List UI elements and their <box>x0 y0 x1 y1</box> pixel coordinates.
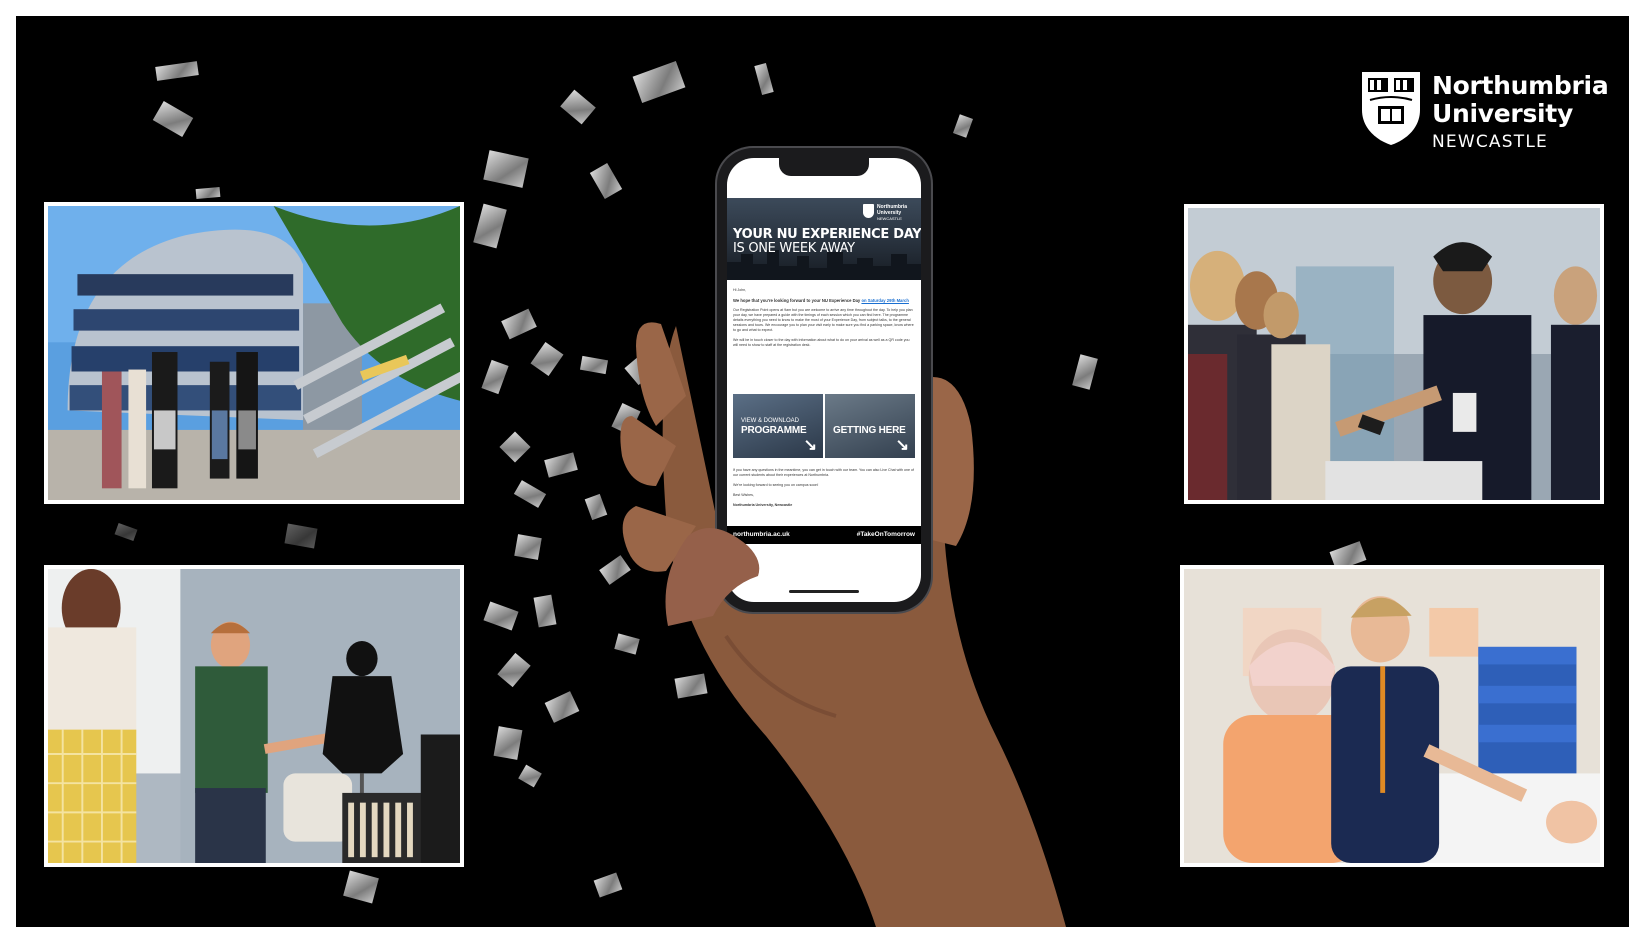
confetti-shard <box>544 452 578 478</box>
confetti-shard <box>560 89 596 125</box>
email-cta-buttons: VIEW & DOWNLOAD PROGRAMME ↘ GETTING HERE… <box>733 394 915 458</box>
email-header-logo: Northumbria University NEWCASTLE <box>863 204 915 222</box>
photo-campus-building <box>44 202 464 504</box>
email-paragraph-3: If you have any questions in the meantim… <box>733 468 914 477</box>
confetti-shard <box>195 186 221 200</box>
getting-here-button-label: GETTING HERE <box>833 425 906 436</box>
logo-line-3: NEWCASTLE <box>1432 132 1548 152</box>
confetti-shard <box>584 493 608 521</box>
logo-line-1: Northumbria <box>1432 71 1609 100</box>
confetti-shard <box>530 342 564 376</box>
getting-here-button[interactable]: GETTING HERE ↘ <box>825 394 915 458</box>
email-closing: If you have any questions in the meantim… <box>733 468 915 513</box>
programme-button[interactable]: VIEW & DOWNLOAD PROGRAMME ↘ <box>733 394 823 458</box>
email-logo-line-3: NEWCASTLE <box>877 216 902 221</box>
crest-icon <box>863 204 874 218</box>
confetti-shard <box>518 764 542 788</box>
email-lead: We hope that you're looking forward to y… <box>733 298 915 303</box>
email-hero-banner: Northumbria University NEWCASTLE YOUR NU… <box>727 198 921 280</box>
confetti-shard <box>493 726 523 760</box>
crest-icon <box>1362 72 1420 145</box>
email-paragraph-1: Our Registration Point opens at 9am but … <box>733 308 914 332</box>
confetti-shard <box>473 203 507 249</box>
confetti-shard <box>513 480 547 508</box>
confetti-shard <box>632 60 686 104</box>
photo-registration-desk <box>1184 204 1604 504</box>
northumbria-logo: Northumbria University NEWCASTLE <box>1360 70 1609 160</box>
confetti-shard <box>483 601 519 631</box>
home-indicator <box>789 590 859 593</box>
email-hero-title-line-1: YOUR NU EXPERIENCE DAY <box>733 227 921 242</box>
confetti-shard <box>114 522 138 542</box>
email-hero-title-line-2: IS ONE WEEK AWAY <box>733 241 855 256</box>
confetti-shard <box>152 100 194 138</box>
confetti-shard <box>953 114 973 138</box>
confetti-shard <box>284 523 318 549</box>
promo-canvas: Northumbria University NEWCASTLE Northum… <box>16 16 1629 927</box>
confetti-shard <box>499 431 531 463</box>
email-body: Hi John, We hope that you're looking for… <box>733 288 915 353</box>
arrow-down-right-icon: ↘ <box>803 437 817 454</box>
email-date-link[interactable]: on Saturday 29th March <box>861 298 908 303</box>
confetti-shard <box>343 870 379 904</box>
email-paragraph-2: We will be in touch closer to the day wi… <box>733 338 910 347</box>
email-paragraph-4: We're looking forward to seeing you on c… <box>733 483 819 487</box>
confetti-shard <box>579 355 609 375</box>
confetti-shard <box>589 163 623 199</box>
confetti-shard <box>497 652 531 688</box>
confetti-shard <box>481 359 509 395</box>
email-lead-text: We hope that you're looking forward to y… <box>733 298 861 303</box>
confetti-shard <box>514 534 542 560</box>
email-footer-hashtag: #TakeOnTomorrow <box>856 531 915 538</box>
programme-button-sub: VIEW & DOWNLOAD <box>741 418 800 424</box>
confetti-shard <box>483 150 529 188</box>
phone-notch <box>779 158 869 176</box>
confetti-shard <box>544 691 580 723</box>
confetti-shard <box>533 594 557 628</box>
confetti-shard <box>501 308 537 340</box>
photo-design-workshop <box>44 565 464 867</box>
email-signature: Northumbria University, Newcastle <box>733 503 793 507</box>
logo-line-2: University <box>1432 99 1573 128</box>
confetti-shard <box>155 61 199 81</box>
email-signoff: Best Wishes, <box>733 493 754 497</box>
email-greeting: Hi John, <box>733 288 747 292</box>
programme-button-label: PROGRAMME <box>741 425 807 436</box>
confetti-shard <box>754 62 774 96</box>
arrow-down-right-icon: ↘ <box>895 437 909 454</box>
photo-nursing-skills <box>1180 565 1604 867</box>
thumb <box>665 528 760 626</box>
